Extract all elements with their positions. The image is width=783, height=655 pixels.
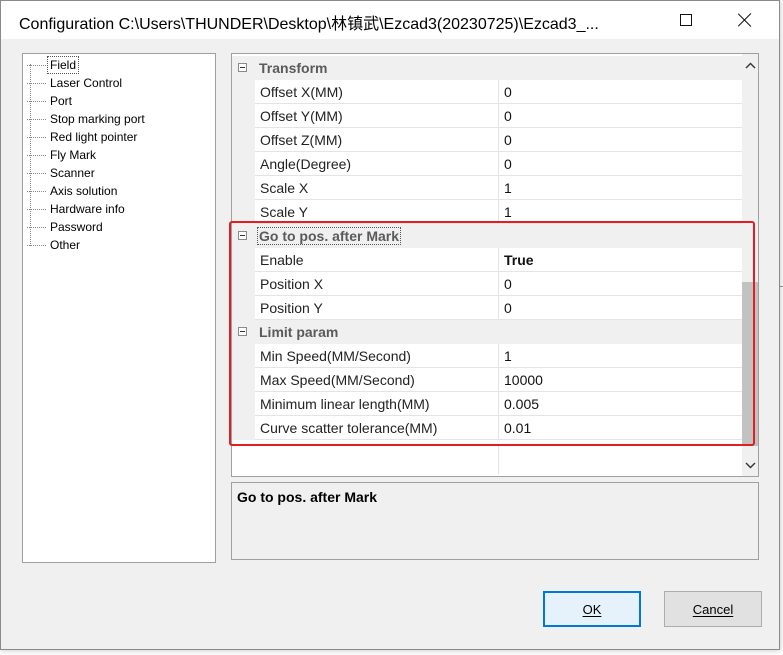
tree-item-stop-marking-port[interactable]: Stop marking port	[27, 110, 147, 128]
property-name: Position X	[255, 272, 499, 296]
scrollbar-thumb[interactable]	[742, 282, 758, 446]
tree-item-password[interactable]: Password	[27, 218, 105, 236]
property-name: Angle(Degree)	[255, 152, 499, 176]
vertical-scrollbar[interactable]	[742, 54, 758, 476]
ok-button[interactable]: OK	[543, 591, 641, 627]
property-row-angle[interactable]: Angle(Degree) 0	[232, 152, 742, 176]
chevron-down-icon	[745, 462, 756, 469]
chevron-up-icon	[745, 62, 756, 69]
property-value[interactable]: 0	[499, 296, 742, 320]
collapse-icon[interactable]	[238, 231, 247, 240]
tree-item-axis-solution[interactable]: Axis solution	[27, 182, 119, 200]
tree-item-laser-control[interactable]: Laser Control	[27, 74, 124, 92]
tree-item-fly-mark[interactable]: Fly Mark	[27, 146, 98, 164]
category-transform[interactable]: Transform	[232, 56, 742, 80]
property-grid[interactable]: Transform Offset X(MM) 0 Offset Y(MM) 0 …	[231, 53, 759, 477]
property-value[interactable]: 0.01	[499, 416, 742, 440]
property-value[interactable]: 0	[499, 128, 742, 152]
property-row-offset-x[interactable]: Offset X(MM) 0	[232, 80, 742, 104]
cancel-button[interactable]: Cancel	[664, 591, 762, 627]
configuration-dialog: Configuration C:\Users\THUNDER\Desktop\林…	[0, 0, 780, 650]
property-row-min-linear-length[interactable]: Minimum linear length(MM) 0.005	[232, 392, 742, 416]
scroll-up-button[interactable]	[742, 57, 758, 74]
property-value[interactable]: 1	[499, 200, 742, 224]
property-name: Offset Z(MM)	[255, 128, 499, 152]
close-button[interactable]	[717, 1, 773, 39]
window-title: Configuration C:\Users\THUNDER\Desktop\林…	[19, 16, 599, 33]
tree-item-field[interactable]: Field	[27, 56, 80, 74]
property-value[interactable]: 0	[499, 80, 742, 104]
property-name: Scale X	[255, 176, 499, 200]
maximize-button[interactable]	[658, 1, 714, 39]
property-row-curve-scatter-tolerance[interactable]: Curve scatter tolerance(MM) 0.01	[232, 416, 742, 440]
property-row-offset-y[interactable]: Offset Y(MM) 0	[232, 104, 742, 128]
collapse-icon[interactable]	[238, 327, 247, 336]
property-row-min-speed[interactable]: Min Speed(MM/Second) 1	[232, 344, 742, 368]
property-name: Position Y	[255, 296, 499, 320]
property-row-position-y[interactable]: Position Y 0	[232, 296, 742, 320]
description-panel: Go to pos. after Mark	[231, 482, 759, 560]
property-name: Enable	[255, 248, 499, 272]
property-value[interactable]: 0.005	[499, 392, 742, 416]
property-name: Min Speed(MM/Second)	[255, 344, 499, 368]
tree-item-port[interactable]: Port	[27, 92, 74, 110]
category-go-to-pos-after-mark[interactable]: Go to pos. after Mark	[232, 224, 742, 248]
property-value[interactable]: 0	[499, 152, 742, 176]
property-name: Offset Y(MM)	[255, 104, 499, 128]
property-name: Minimum linear length(MM)	[255, 392, 499, 416]
property-row-position-x[interactable]: Position X 0	[232, 272, 742, 296]
collapse-icon[interactable]	[238, 63, 247, 72]
property-name: Max Speed(MM/Second)	[255, 368, 499, 392]
property-row-enable[interactable]: Enable True	[232, 248, 742, 272]
empty-grid-area	[232, 446, 742, 474]
tree-item-hardware-info[interactable]: Hardware info	[27, 200, 127, 218]
close-icon	[738, 13, 752, 27]
property-value[interactable]: 0	[499, 104, 742, 128]
property-value[interactable]: 0	[499, 272, 742, 296]
maximize-icon	[680, 14, 692, 26]
property-name: Scale Y	[255, 200, 499, 224]
property-value[interactable]: True	[499, 248, 742, 272]
config-category-tree[interactable]: Field Laser Control Port Stop marking po…	[22, 53, 216, 563]
property-row-scale-y[interactable]: Scale Y 1	[232, 200, 742, 224]
property-row-max-speed[interactable]: Max Speed(MM/Second) 10000	[232, 368, 742, 392]
tree-item-red-light-pointer[interactable]: Red light pointer	[27, 128, 139, 146]
scroll-down-button[interactable]	[742, 457, 758, 474]
property-name: Curve scatter tolerance(MM)	[255, 416, 499, 440]
property-value[interactable]: 1	[499, 344, 742, 368]
property-value[interactable]: 10000	[499, 368, 742, 392]
title-bar[interactable]: Configuration C:\Users\THUNDER\Desktop\林…	[1, 1, 779, 39]
category-limit-param[interactable]: Limit param	[232, 320, 742, 344]
property-name: Offset X(MM)	[255, 80, 499, 104]
tree-item-other[interactable]: Other	[27, 236, 82, 254]
tree-item-scanner[interactable]: Scanner	[27, 164, 97, 182]
description-title: Go to pos. after Mark	[237, 489, 378, 505]
property-row-offset-z[interactable]: Offset Z(MM) 0	[232, 128, 742, 152]
property-row-scale-x[interactable]: Scale X 1	[232, 176, 742, 200]
property-value[interactable]: 1	[499, 176, 742, 200]
